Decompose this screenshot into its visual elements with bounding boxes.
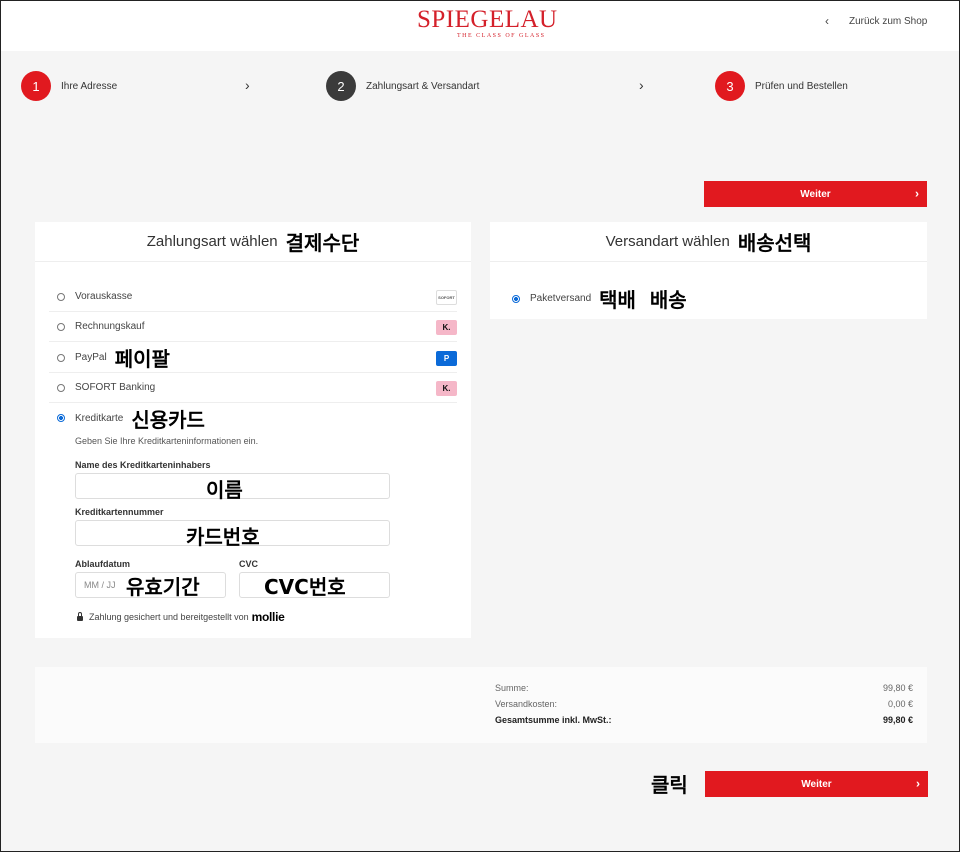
klarna-icon: K. [436, 320, 457, 335]
cvc-annotation: CVC번호 [264, 575, 346, 599]
payment-method-rechnungskauf[interactable]: Rechnungskauf K. [49, 312, 457, 342]
paypal-icon: P [436, 351, 457, 366]
step-review-order[interactable]: 3 Prüfen und Bestellen [715, 71, 848, 101]
payment-method-label: SOFORT Banking [75, 382, 156, 393]
radio-button[interactable] [57, 292, 65, 301]
cvc-input[interactable]: CVC번호 [239, 572, 390, 599]
card-number-annotation: 카드번호 [186, 525, 260, 549]
next-button-label: Weiter [801, 778, 832, 790]
card-holder-annotation: 이름 [206, 478, 243, 502]
click-annotation: 클릭 [651, 773, 688, 797]
shipping-panel-header: Versandart wählen 배송선택 [490, 222, 927, 262]
payment-method-sofort-banking[interactable]: SOFORT Banking K. [49, 373, 457, 403]
step-address[interactable]: 1 Ihre Adresse [21, 71, 117, 101]
secure-payment-note: Zahlung gesichert und bereitgestellt von… [77, 610, 285, 624]
radio-button[interactable] [57, 383, 65, 392]
card-hint: Geben Sie Ihre Kreditkarteninformationen… [75, 436, 259, 446]
summary-label: Versandkosten: [495, 699, 558, 709]
step-number: 2 [326, 71, 356, 101]
payment-panel-header: Zahlungsart wählen 결제수단 [35, 222, 471, 262]
step-label: Prüfen und Bestellen [755, 80, 848, 92]
back-to-shop-label: Zurück zum Shop [849, 15, 928, 27]
shipping-title: Versandart wählen [605, 233, 730, 250]
summary-value: 99,80 € [882, 683, 913, 693]
step-payment-shipping[interactable]: 2 Zahlungsart & Versandart [326, 71, 479, 101]
payment-method-label: PayPal [75, 352, 107, 363]
radio-button-selected[interactable] [57, 414, 65, 422]
shipping-title-annotation: 배송선택 [737, 231, 812, 255]
chevron-left-icon: ‹ [825, 14, 829, 28]
expiry-input[interactable]: MM / JJ 유효기간 [75, 572, 226, 599]
payment-title-annotation: 결제수단 [285, 231, 360, 255]
payment-method-kreditkarte[interactable]: Kreditkarte 신용카드 [49, 403, 457, 433]
summary-label: Summe: [495, 683, 529, 693]
paypal-annotation: 페이팔 [114, 347, 170, 371]
radio-button-selected[interactable] [512, 294, 520, 303]
card-number-input[interactable]: 카드번호 [75, 520, 390, 549]
payment-method-label: Kreditkarte [75, 412, 124, 424]
expiry-annotation: 유효기간 [126, 575, 200, 599]
payment-method-label: Rechnungskauf [75, 321, 145, 332]
payment-method-paypal[interactable]: PayPal 페이팔 P [49, 343, 457, 373]
step-number: 1 [21, 71, 51, 101]
expiry-placeholder: MM / JJ [84, 580, 116, 590]
radio-button[interactable] [57, 322, 65, 331]
summary-value: 99,80 € [882, 715, 913, 725]
shipping-method-annotation: 택배 배송 [599, 288, 687, 312]
card-holder-label: Name des Kreditkarteninhabers [75, 460, 211, 470]
payment-method-vorauskasse[interactable]: Vorauskasse SOFORT [49, 282, 457, 312]
order-summary: Summe: 99,80 € Versandkosten: 0,00 € Ges… [35, 667, 927, 743]
shipping-method-paketversand[interactable]: Paketversand 택배 배송 [504, 284, 687, 313]
step-number: 3 [715, 71, 745, 101]
next-button-bottom[interactable]: Weiter › [705, 771, 928, 797]
shipping-panel: Versandart wählen 배송선택 Paketversand 택배 배… [490, 222, 927, 319]
payment-panel: Zahlungsart wählen 결제수단 Vorauskasse SOFO… [35, 222, 471, 638]
secure-text: Zahlung gesichert und bereitgestellt von [89, 612, 249, 622]
next-button-label: Weiter [800, 188, 831, 200]
klarna-icon: K. [436, 381, 457, 396]
chevron-right-icon: › [639, 77, 644, 93]
spiegelau-logo[interactable]: SPIEGELAU THE CLASS OF GLASS [417, 5, 557, 45]
expiry-label: Ablaufdatum [75, 559, 130, 569]
step-label: Ihre Adresse [61, 80, 118, 92]
sofort-icon: SOFORT [436, 290, 457, 305]
summary-total: Gesamtsumme inkl. MwSt.: 99,80 € [495, 715, 913, 725]
cvc-label: CVC [239, 559, 259, 569]
lock-icon [77, 611, 83, 621]
shipping-method-label: Paketversand [530, 293, 592, 304]
summary-value: 0,00 € [887, 699, 913, 709]
logo-text: SPIEGELAU [417, 6, 558, 33]
chevron-right-icon: › [916, 776, 920, 791]
radio-button[interactable] [57, 353, 65, 362]
next-button-top[interactable]: Weiter › [704, 181, 927, 207]
mollie-logo: mollie [251, 610, 285, 624]
header: SPIEGELAU THE CLASS OF GLASS ‹ Zurück zu… [1, 1, 959, 51]
summary-subtotal: Summe: 99,80 € [495, 683, 913, 693]
card-number-label: Kreditkartennummer [75, 507, 164, 517]
chevron-right-icon: › [915, 186, 919, 201]
logo-tagline: THE CLASS OF GLASS [457, 33, 546, 39]
card-holder-input[interactable]: 이름 [75, 473, 390, 502]
credit-card-annotation: 신용카드 [131, 407, 205, 432]
payment-method-label: Vorauskasse [75, 291, 133, 302]
summary-shipping-cost: Versandkosten: 0,00 € [495, 699, 913, 709]
payment-title: Zahlungsart wählen [146, 233, 278, 250]
summary-label: Gesamtsumme inkl. MwSt.: [495, 715, 612, 725]
step-label: Zahlungsart & Versandart [366, 80, 480, 92]
back-to-shop-link[interactable]: ‹ Zurück zum Shop [825, 14, 927, 28]
chevron-right-icon: › [245, 77, 250, 93]
